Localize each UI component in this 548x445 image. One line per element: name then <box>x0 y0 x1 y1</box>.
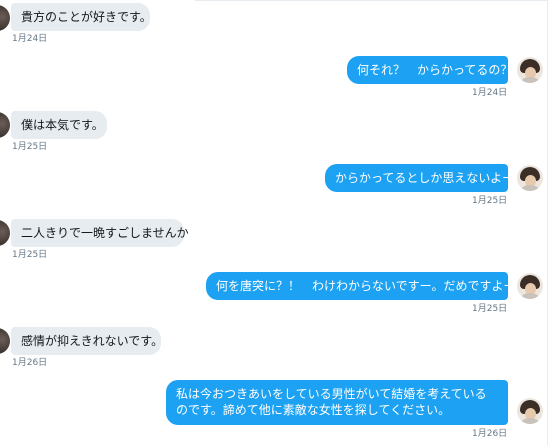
sender-avatar[interactable] <box>0 112 10 138</box>
sender-avatar[interactable] <box>0 5 10 31</box>
received-message: 貴方のことが好きです。 <box>11 3 152 31</box>
user-avatar[interactable] <box>517 57 543 83</box>
sent-message: からかってるとしか思えないよー <box>325 164 514 192</box>
received-message: 感情が抑えきれないです。 <box>11 327 163 355</box>
sender-avatar[interactable] <box>0 328 10 354</box>
sent-message: 何それ？ からかってるの？ <box>347 56 512 84</box>
message-timestamp: 1月25日 <box>12 142 48 152</box>
message-timestamp: 1月26日 <box>472 429 508 439</box>
message-timestamp: 1月24日 <box>12 34 48 44</box>
sent-message: 何を唐突に？！ わけわからないですー。だめですよー。 <box>206 272 527 300</box>
message-timestamp: 1月25日 <box>12 250 48 260</box>
sender-avatar[interactable] <box>0 220 10 246</box>
user-avatar[interactable] <box>517 165 543 191</box>
received-message: 僕は本気です。 <box>11 111 107 139</box>
message-timestamp: 1月26日 <box>12 358 48 368</box>
user-avatar[interactable] <box>517 273 543 299</box>
dm-conversation: 貴方のことが好きです。 1月24日 何それ？ からかってるの？ 1月24日 僕は… <box>0 0 548 445</box>
message-timestamp: 1月25日 <box>472 304 508 314</box>
divider <box>195 0 548 4</box>
sent-message: 私は今おつきあいをしている男性がいて結婚を考えているのです。諦めて他に素敵な女性… <box>166 380 508 425</box>
message-timestamp: 1月25日 <box>472 196 508 206</box>
received-message: 二人きりで一晩すごしませんか <box>11 219 189 247</box>
message-timestamp: 1月24日 <box>472 88 508 98</box>
user-avatar[interactable] <box>517 398 543 424</box>
